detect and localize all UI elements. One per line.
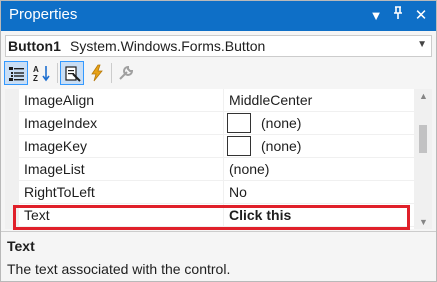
categorized-icon xyxy=(9,67,24,81)
property-name: ImageIndex xyxy=(24,115,98,131)
column-divider xyxy=(223,135,224,158)
toolbar-separator xyxy=(57,63,58,83)
property-value[interactable]: (none) xyxy=(261,115,301,131)
property-value[interactable]: MiddleCenter xyxy=(229,92,312,108)
svg-text:A: A xyxy=(33,65,39,74)
alphabetical-icon: A Z xyxy=(33,65,50,82)
property-row-righttoleft[interactable]: RightToLeft No xyxy=(19,181,414,204)
scroll-down-icon[interactable]: ▼ xyxy=(419,217,428,227)
image-preview-swatch xyxy=(227,113,251,133)
toolbar-separator xyxy=(111,63,112,83)
property-name: RightToLeft xyxy=(24,184,95,200)
auto-hide-pin-icon[interactable] xyxy=(388,5,408,27)
properties-button[interactable] xyxy=(60,61,84,85)
object-name: Button1 xyxy=(8,38,61,54)
properties-icon xyxy=(65,66,81,82)
column-divider xyxy=(223,112,224,135)
description-panel: Text The text associated with the contro… xyxy=(1,231,436,281)
scroll-up-icon[interactable]: ▲ xyxy=(419,91,428,101)
selection-highlight-box xyxy=(13,205,410,230)
property-name: ImageKey xyxy=(24,138,88,154)
image-preview-swatch xyxy=(227,136,251,156)
property-name: ImageAlign xyxy=(24,92,95,108)
property-row-imagelist[interactable]: ImageList (none) xyxy=(19,158,414,181)
object-selector[interactable]: Button1 System.Windows.Forms.Button ▼ xyxy=(5,35,432,57)
column-divider xyxy=(223,89,224,112)
property-pages-button[interactable] xyxy=(114,61,138,85)
property-value[interactable]: No xyxy=(229,184,247,200)
close-icon[interactable]: ✕ xyxy=(411,5,431,27)
description-text: The text associated with the control. xyxy=(7,261,231,277)
description-title: Text xyxy=(7,238,35,254)
column-divider xyxy=(223,158,224,181)
categorized-button[interactable] xyxy=(4,61,28,85)
properties-toolbar: A Z xyxy=(1,59,436,87)
property-row-imageindex[interactable]: ImageIndex (none) xyxy=(19,112,414,135)
alphabetical-button[interactable]: A Z xyxy=(30,61,54,85)
property-row-imagealign[interactable]: ImageAlign MiddleCenter xyxy=(19,89,414,112)
property-value[interactable]: (none) xyxy=(229,161,269,177)
property-row-imagekey[interactable]: ImageKey (none) xyxy=(19,135,414,158)
wrench-icon xyxy=(119,65,134,80)
property-name: ImageList xyxy=(24,161,85,177)
column-divider xyxy=(223,181,224,204)
svg-text:Z: Z xyxy=(33,74,38,82)
lightning-icon xyxy=(91,64,103,82)
property-value[interactable]: (none) xyxy=(261,138,301,154)
events-button[interactable] xyxy=(85,61,109,85)
scrollbar-thumb[interactable] xyxy=(419,125,427,153)
title-bar[interactable]: Properties ▼ ✕ xyxy=(1,1,436,31)
properties-window: Properties ▼ ✕ Button1 System.Windows.Fo… xyxy=(0,0,437,282)
chevron-down-icon[interactable]: ▼ xyxy=(417,39,427,50)
window-position-dropdown-icon[interactable]: ▼ xyxy=(366,5,386,27)
vertical-scrollbar[interactable]: ▲ ▼ xyxy=(414,89,432,229)
object-type: System.Windows.Forms.Button xyxy=(70,38,266,54)
window-title: Properties xyxy=(9,6,78,23)
